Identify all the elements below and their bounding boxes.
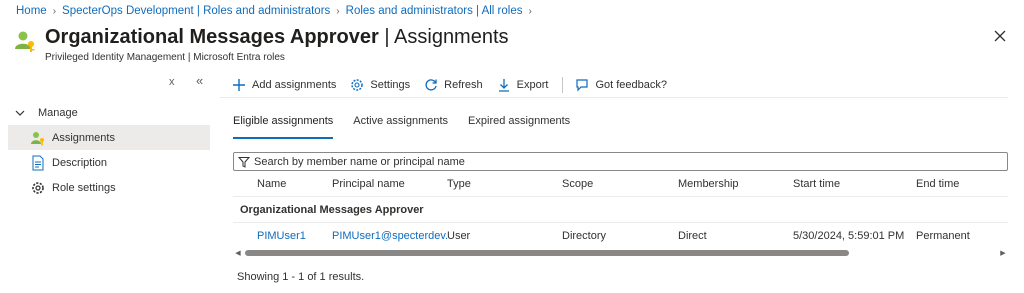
plus-icon (232, 78, 246, 92)
settings-button[interactable]: Settings (350, 78, 410, 92)
sidebar-group-label: Manage (38, 107, 78, 119)
user-key-icon (30, 130, 46, 146)
scroll-right-icon[interactable]: ▶ (998, 248, 1008, 258)
feedback-label: Got feedback? (595, 78, 668, 91)
principal-name-link[interactable]: PIMUser1@specterdev. (332, 230, 447, 242)
assignment-start-time: 5/30/2024, 5:59:01 PM (793, 229, 905, 242)
scroll-left-icon[interactable]: ◀ (233, 248, 243, 258)
results-summary: Showing 1 - 1 of 1 results. (237, 271, 365, 283)
page-title: Organizational Messages Approver | Assig… (45, 26, 509, 49)
sidebar-item-description[interactable]: Description (8, 150, 210, 175)
member-type: User (447, 229, 471, 242)
refresh-label: Refresh (444, 78, 483, 91)
collapse-sidebar-icon[interactable]: « (196, 73, 203, 88)
search-box (233, 152, 1008, 171)
scrollbar-track[interactable] (243, 249, 998, 257)
breadcrumb-home[interactable]: Home (16, 5, 47, 17)
feedback-icon (575, 78, 589, 92)
feedback-button[interactable]: Got feedback? (575, 78, 667, 92)
sidebar-item-label: Assignments (52, 131, 115, 144)
column-header-name[interactable]: Name (233, 178, 332, 190)
page-title-role: Organizational Messages Approver (45, 26, 379, 48)
table-group-header: Organizational Messages Approver (233, 197, 1008, 223)
page-title-section: Assignments (394, 26, 509, 48)
assignments-table: Name Principal name Type Scope Membershi… (233, 171, 1008, 258)
toolbar-divider (562, 76, 564, 93)
sidebar-item-label: Role settings (52, 181, 116, 194)
column-header-scope[interactable]: Scope (562, 178, 678, 190)
breadcrumb-all-roles[interactable]: Roles and administrators | All roles (346, 5, 523, 17)
tab-active-assignments[interactable]: Active assignments (353, 115, 448, 139)
tab-eligible-assignments[interactable]: Eligible assignments (233, 115, 334, 139)
refresh-icon (424, 78, 438, 92)
assignment-tabs: Eligible assignments Active assignments … (220, 115, 1008, 139)
sidebar-item-assignments[interactable]: Assignments (8, 125, 210, 150)
document-icon (30, 155, 46, 171)
table-row[interactable]: PIMUser1 PIMUser1@specterdev. User Direc… (233, 223, 1008, 248)
chevron-right-icon: › (336, 5, 340, 17)
member-name-link[interactable]: PIMUser1 (233, 230, 332, 242)
sidebar-item-role-settings[interactable]: Role settings (8, 175, 210, 200)
page-title-separator: | (378, 26, 395, 48)
gear-icon (30, 180, 46, 196)
horizontal-scrollbar[interactable]: ◀ ▶ (233, 248, 1008, 258)
sidebar-item-label: Description (52, 156, 108, 169)
sidebar: Manage Assignments Description Role sett… (8, 101, 210, 200)
add-assignments-label: Add assignments (252, 78, 337, 91)
more-options-icon[interactable]: ··· (494, 30, 510, 45)
column-header-principal-name[interactable]: Principal name (332, 178, 447, 190)
column-header-end-time[interactable]: End time (916, 178, 996, 190)
filter-icon (238, 156, 250, 168)
table-header-row: Name Principal name Type Scope Membershi… (233, 171, 1008, 197)
close-sidebar-icon[interactable]: x (169, 76, 175, 88)
assignment-scope: Directory (562, 229, 607, 242)
tab-expired-assignments[interactable]: Expired assignments (468, 115, 570, 139)
refresh-button[interactable]: Refresh (424, 78, 483, 92)
search-input[interactable] (254, 155, 954, 168)
breadcrumb-roles-and-administrators[interactable]: SpecterOps Development | Roles and admin… (62, 5, 330, 17)
gear-icon (350, 78, 364, 92)
chevron-right-icon: › (528, 5, 532, 17)
chevron-right-icon: › (52, 5, 57, 17)
command-bar: Add assignments Settings Refresh Export … (220, 72, 1008, 98)
column-header-type[interactable]: Type (447, 178, 562, 190)
assignment-end-time: Permanent (916, 229, 970, 242)
export-button[interactable]: Export (497, 78, 549, 92)
chevron-down-icon (14, 107, 28, 119)
main-content: Add assignments Settings Refresh Export … (220, 72, 1008, 258)
column-header-membership[interactable]: Membership (678, 178, 793, 190)
assignment-membership: Direct (678, 229, 707, 242)
page-header: Organizational Messages Approver | Assig… (14, 26, 1008, 66)
download-icon (497, 78, 511, 92)
breadcrumb: Home › SpecterOps Development | Roles an… (16, 5, 532, 17)
sidebar-group-manage[interactable]: Manage (8, 101, 210, 125)
column-header-start-time[interactable]: Start time (793, 178, 916, 190)
scrollbar-thumb[interactable] (245, 250, 849, 256)
role-user-icon (14, 29, 38, 53)
add-assignments-button[interactable]: Add assignments (232, 78, 336, 92)
page-subtitle: Privileged Identity Management | Microso… (45, 52, 285, 63)
close-icon[interactable] (992, 28, 1008, 44)
export-label: Export (516, 78, 549, 91)
settings-label: Settings (370, 78, 411, 91)
